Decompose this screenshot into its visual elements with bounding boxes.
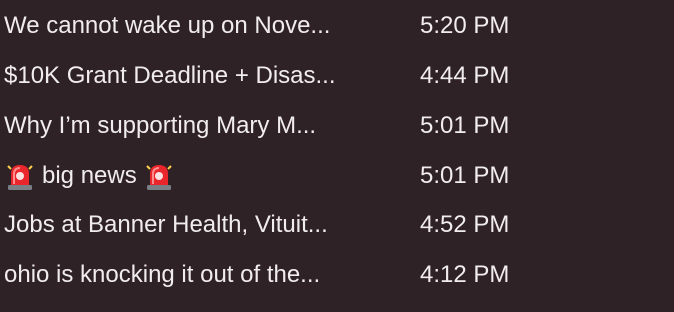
message-time: 5:01 PM <box>420 112 510 139</box>
message-time: 5:20 PM <box>420 12 510 39</box>
message-row[interactable]: We cannot wake up on Nove... 5:20 PM <box>0 1 674 51</box>
message-time: 4:12 PM <box>420 261 510 288</box>
message-time: 4:44 PM <box>420 62 510 89</box>
message-subject: $10K Grant Deadline + Disas... <box>4 62 336 89</box>
message-list: We cannot wake up on Nove... 5:20 PM $10… <box>0 0 674 312</box>
police-light-icon <box>145 161 173 191</box>
message-row[interactable]: big news 5:01 PM <box>0 151 674 201</box>
message-row[interactable]: ohio is knocking it out of the... 4:12 P… <box>0 250 674 300</box>
police-light-icon <box>6 161 34 191</box>
message-row[interactable]: Jobs at Banner Health, Vituit... 4:52 PM <box>0 200 674 250</box>
message-subject: big news <box>42 162 137 189</box>
message-subject: ohio is knocking it out of the... <box>4 261 321 288</box>
message-row[interactable]: Why I’m supporting Mary M... 5:01 PM <box>0 101 674 151</box>
message-subject: Why I’m supporting Mary M... <box>4 112 317 139</box>
message-time: 4:52 PM <box>420 211 510 238</box>
message-subject: Jobs at Banner Health, Vituit... <box>4 211 328 238</box>
message-subject-group: big news <box>6 161 401 191</box>
message-row[interactable]: $10K Grant Deadline + Disas... 4:44 PM <box>0 51 674 101</box>
message-subject: We cannot wake up on Nove... <box>4 12 331 39</box>
message-time: 5:01 PM <box>420 162 510 189</box>
